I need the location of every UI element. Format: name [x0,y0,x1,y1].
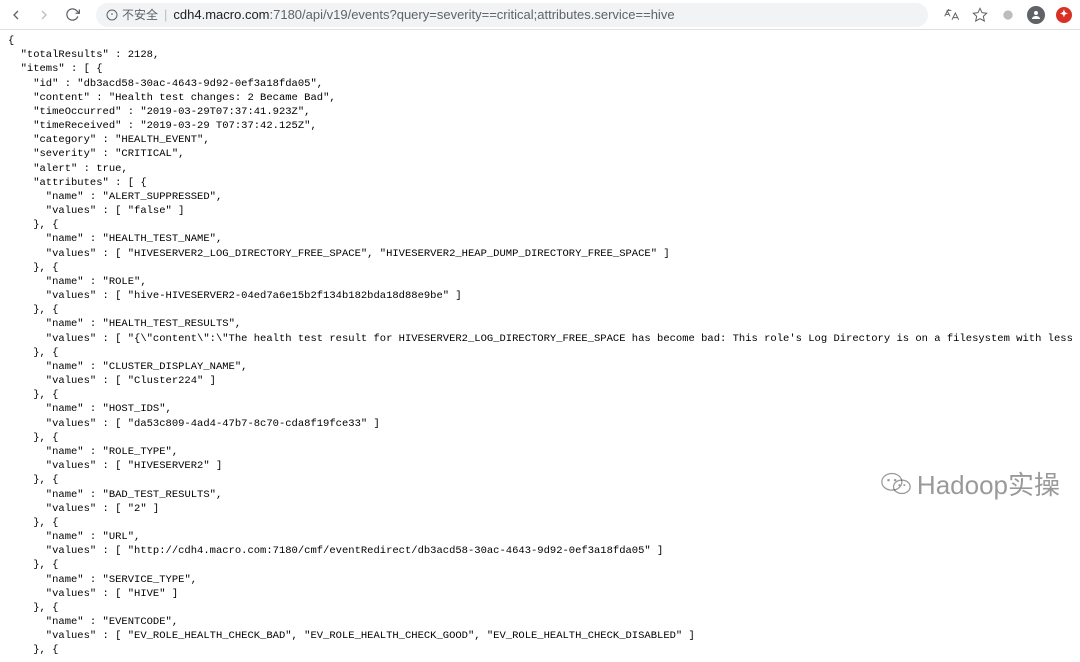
insecure-badge: 不安全 [106,6,158,23]
star-icon[interactable] [970,5,990,25]
adblock-icon[interactable]: ✦ [1054,5,1074,25]
extension-icon[interactable] [998,5,1018,25]
address-bar[interactable]: 不安全 | cdh4.macro.com:7180/api/v19/events… [96,3,928,27]
avatar-icon[interactable] [1026,5,1046,25]
json-response-body: { "totalResults" : 2128, "items" : [ { "… [0,30,1080,662]
reload-button[interactable] [62,5,82,25]
browser-toolbar: 不安全 | cdh4.macro.com:7180/api/v19/events… [0,0,1080,30]
url-divider: | [164,7,167,22]
wechat-icon [881,471,911,496]
url-text: cdh4.macro.com:7180/api/v19/events?query… [173,7,674,22]
back-button[interactable] [6,5,26,25]
watermark: Hadoop实操 [881,465,1060,502]
translate-icon[interactable] [942,5,962,25]
forward-button[interactable] [34,5,54,25]
